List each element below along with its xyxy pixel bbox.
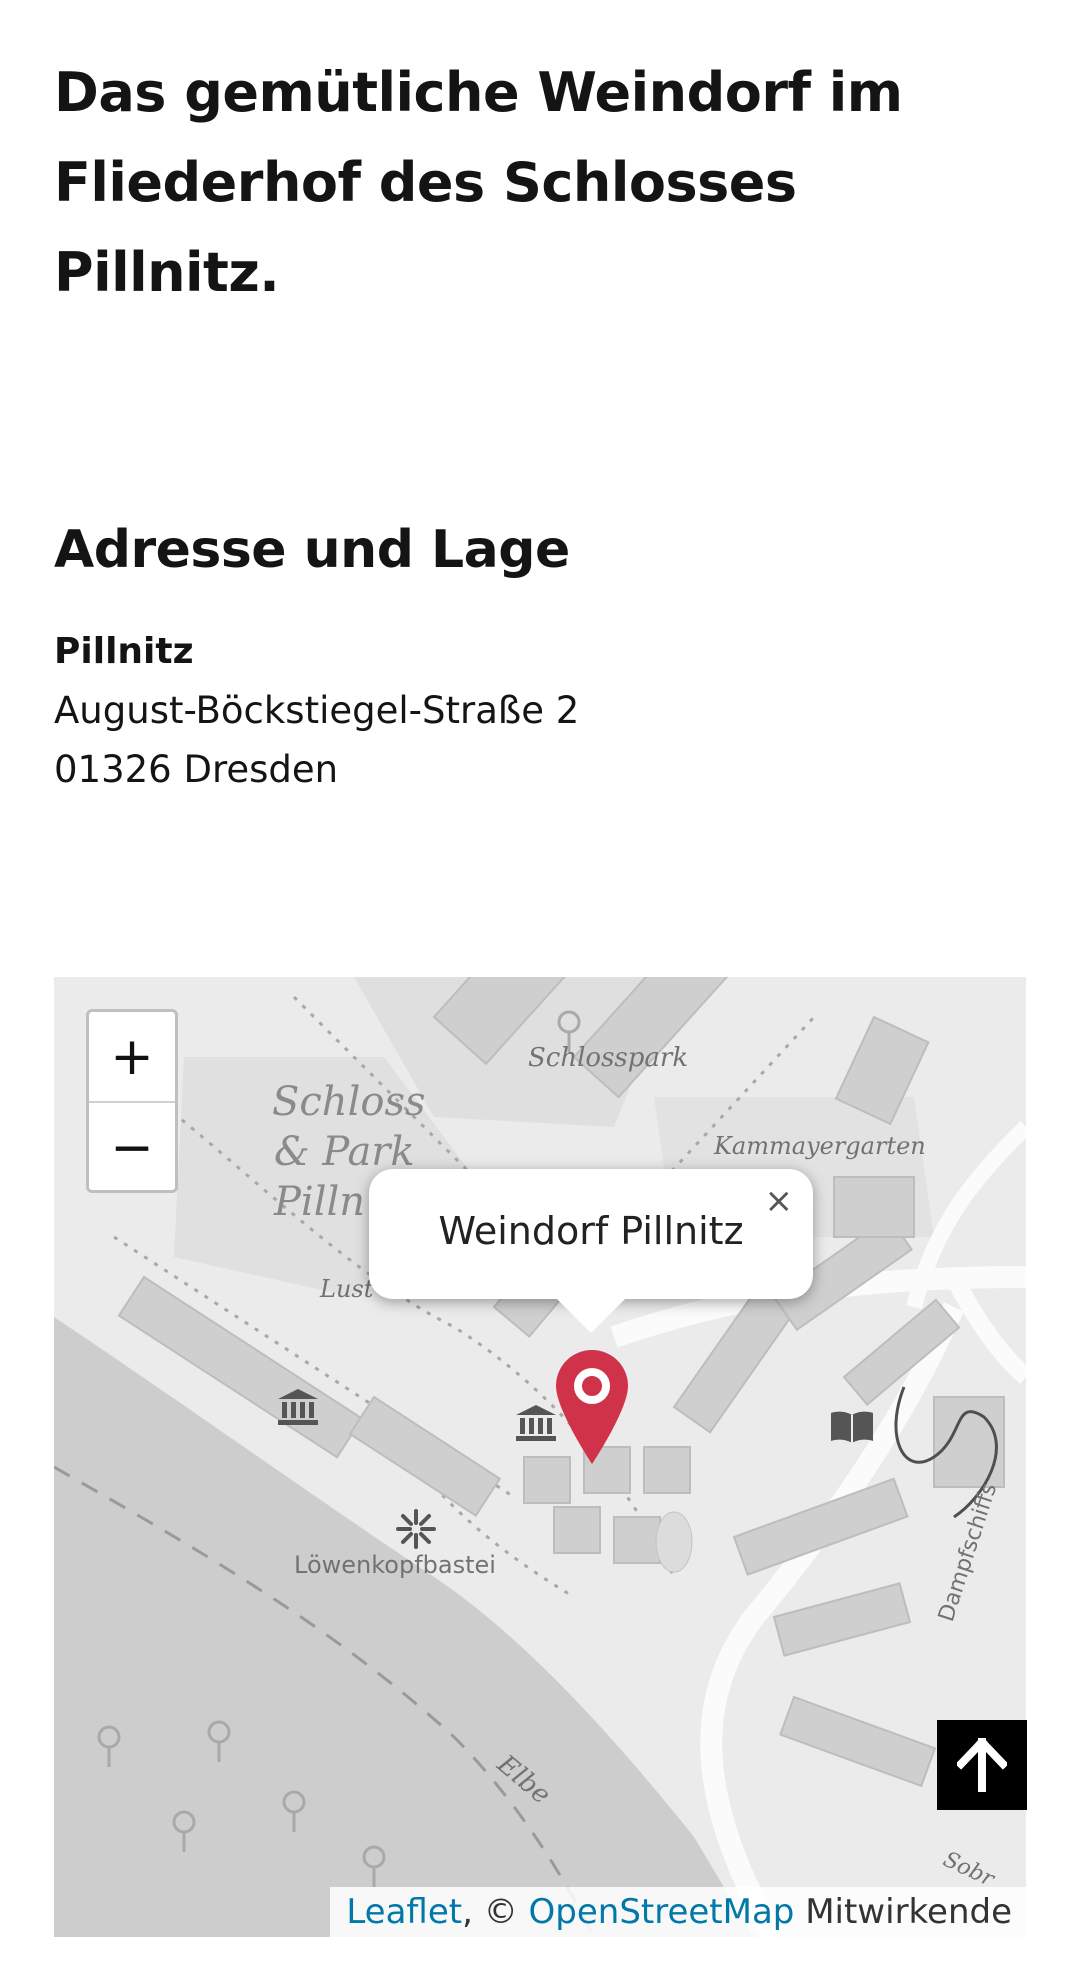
label-lust: Lust bbox=[320, 1275, 374, 1303]
openstreetmap-link[interactable]: OpenStreetMap bbox=[529, 1892, 795, 1932]
viewpoint-icon bbox=[396, 1509, 436, 1549]
library-icon bbox=[831, 1411, 873, 1443]
label-schloss-1: Schloss bbox=[272, 1079, 426, 1125]
intro-heading: Das gemütliche Weindorf im Fliederhof de… bbox=[54, 48, 1014, 318]
label-schloss-3: Pilln bbox=[274, 1179, 366, 1225]
map-popup: Weindorf Pillnitz × bbox=[369, 1169, 813, 1299]
arrow-up-icon bbox=[957, 1738, 1007, 1792]
map-attribution: Leaflet, © OpenStreetMap Mitwirkende bbox=[330, 1887, 1026, 1937]
address-heading: Adresse und Lage bbox=[54, 520, 570, 580]
address-city: 01326 Dresden bbox=[54, 748, 339, 791]
popup-close-button[interactable]: × bbox=[765, 1181, 794, 1221]
map[interactable]: Schlosspark Schloss & Park Pilln Kammaye… bbox=[54, 977, 1026, 1937]
leaflet-link[interactable]: Leaflet bbox=[346, 1892, 462, 1932]
popup-tip bbox=[555, 1297, 627, 1333]
zoom-control: + − bbox=[86, 1009, 178, 1193]
address-street: August-Böckstiegel-Straße 2 bbox=[54, 689, 580, 732]
intro-line-3: Pillnitz. bbox=[54, 241, 280, 304]
address-block: Pillnitz August-Böckstiegel-Straße 2 013… bbox=[54, 622, 579, 799]
label-kammayergarten: Kammayergarten bbox=[714, 1132, 926, 1160]
museum-icon bbox=[516, 1405, 556, 1441]
zoom-out-button[interactable]: − bbox=[89, 1101, 175, 1192]
address-place: Pillnitz bbox=[54, 631, 194, 672]
scroll-to-top-button[interactable] bbox=[937, 1720, 1027, 1810]
label-schlosspark: Schlosspark bbox=[528, 1043, 689, 1073]
intro-line-1: Das gemütliche Weindorf im bbox=[54, 61, 903, 124]
location-marker-icon[interactable] bbox=[554, 1348, 630, 1466]
label-loewenkopfbastei: Löwenkopfbastei bbox=[294, 1551, 496, 1579]
intro-line-2: Fliederhof des Schlosses bbox=[54, 151, 797, 214]
popup-text: Weindorf Pillnitz bbox=[438, 1209, 744, 1253]
museum-icon bbox=[278, 1389, 318, 1425]
attribution-separator: , © bbox=[462, 1892, 529, 1932]
attribution-suffix: Mitwirkende bbox=[794, 1892, 1012, 1932]
zoom-in-button[interactable]: + bbox=[89, 1012, 175, 1101]
